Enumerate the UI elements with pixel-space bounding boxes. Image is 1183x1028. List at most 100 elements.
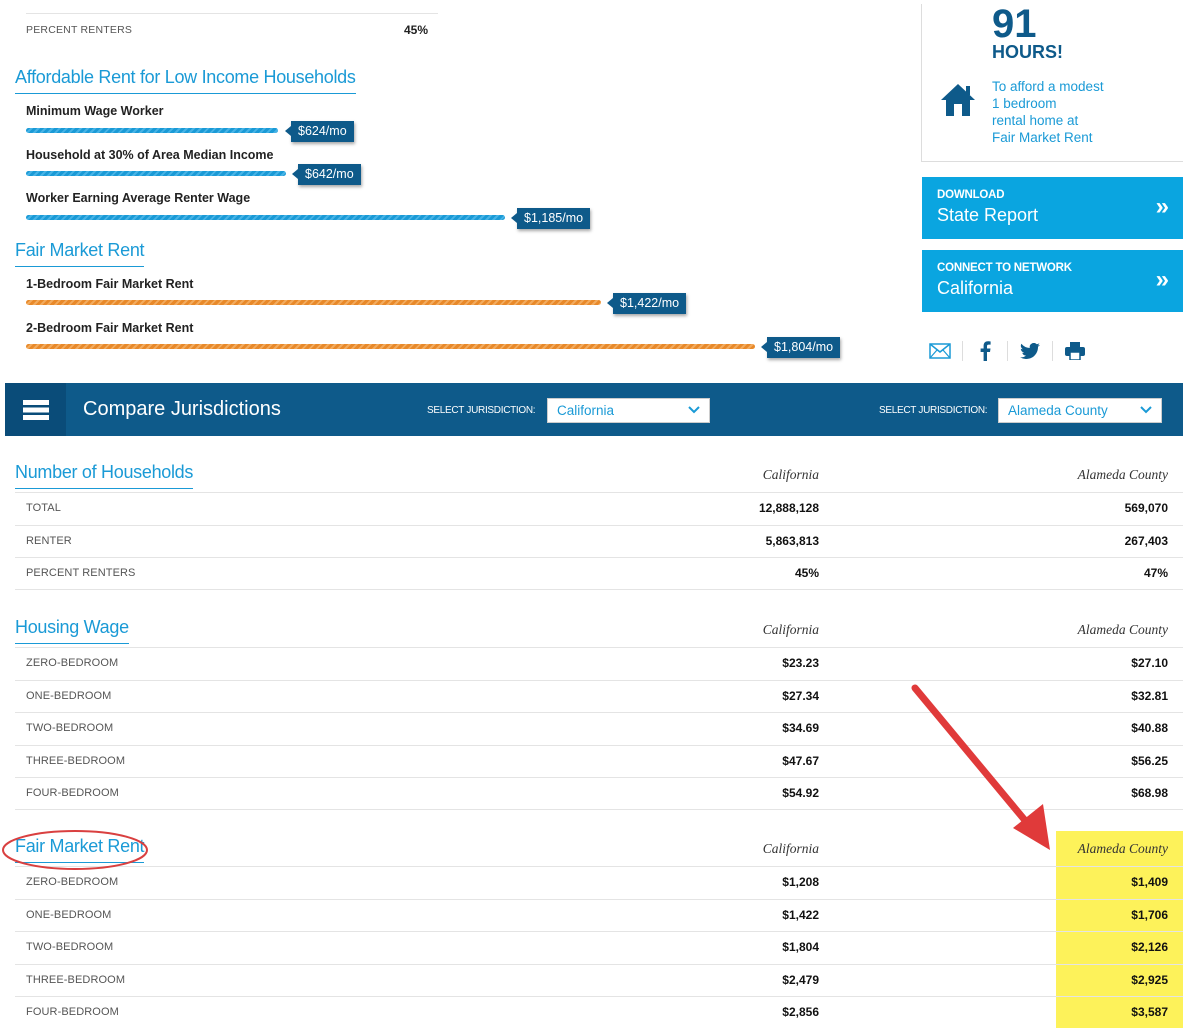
print-icon[interactable]	[1063, 339, 1087, 363]
hours-desc-line: 1 bedroom	[992, 96, 1057, 111]
compare-title: Compare Jurisdictions	[83, 398, 281, 420]
compare-jurisdictions-bar: Compare Jurisdictions SELECT JURISDICTIO…	[5, 383, 1183, 436]
divider	[1007, 341, 1008, 361]
chevron-down-icon	[1140, 406, 1152, 414]
connect-network-button[interactable]: CONNECT TO NETWORK California »	[922, 250, 1183, 312]
row-value-alameda: $27.10	[1131, 656, 1168, 670]
chevron-right-icon: »	[1155, 193, 1169, 220]
jurisdiction-select-1-value: California	[557, 403, 615, 418]
col-head-california: California	[762, 841, 819, 856]
row-label: FOUR-BEDROOM	[26, 1006, 119, 1018]
twitter-icon[interactable]	[1018, 339, 1042, 363]
facebook-icon[interactable]	[973, 339, 997, 363]
hours-desc-line: rental home at	[992, 113, 1079, 128]
col-head-alameda: Alameda County	[1077, 622, 1168, 637]
bar-tag-2br-fmr: $1,804/mo	[760, 337, 841, 358]
bar-label-avg-renter-wage: Worker Earning Average Renter Wage	[26, 191, 251, 205]
red-arrow-annotation	[911, 684, 1050, 850]
table-row: PERCENT RENTERS 45% 47%	[15, 557, 1183, 590]
households-title: Number of Households	[15, 462, 193, 489]
house-icon	[941, 84, 975, 116]
row-value-california: 5,863,813	[765, 533, 819, 548]
select-jurisdiction-label-1: SELECT JURISDICTION:	[427, 405, 536, 416]
chevron-right-icon: »	[1155, 266, 1169, 293]
bar-tag-1br-fmr: $1,422/mo	[606, 293, 687, 314]
row-value-alameda: $40.88	[1131, 721, 1168, 735]
connect-network-label: CONNECT TO NETWORK	[937, 262, 1072, 274]
table-row: ONE-BEDROOM $1,422 $1,706	[15, 898, 1183, 932]
table-row: RENTER 5,863,813 267,403	[15, 524, 1183, 558]
row-value-alameda: 47%	[1143, 566, 1168, 580]
jurisdiction-select-1[interactable]: California	[547, 398, 710, 423]
affordable-rent-title: Affordable Rent for Low Income Household…	[15, 67, 356, 94]
row-value-alameda: $2,925	[1131, 972, 1168, 987]
hours-word: HOURS!	[992, 42, 1063, 62]
housing-wage-title: Housing Wage	[15, 617, 129, 644]
row-label: THREE-BEDROOM	[26, 973, 126, 986]
email-icon[interactable]	[928, 339, 952, 363]
row-value-california: $47.67	[782, 753, 819, 768]
jurisdiction-select-2-value: Alameda County	[1008, 403, 1108, 418]
percent-renters-value: 45%	[403, 22, 428, 37]
red-ellipse-annotation	[2, 830, 148, 870]
row-value-alameda: $1,409	[1131, 875, 1168, 889]
bar-label-30-ami: Household at 30% of Area Median Income	[26, 148, 274, 162]
row-label: TOTAL	[26, 502, 61, 514]
row-label: TWO-BEDROOM	[26, 941, 114, 953]
row-label: FOUR-BEDROOM	[26, 787, 119, 799]
bar-1br-fmr	[26, 300, 601, 305]
menu-icon[interactable]	[5, 383, 66, 436]
row-label: THREE-BEDROOM	[26, 754, 126, 767]
table-row: ZERO-BEDROOM $1,208 $1,409	[15, 866, 1183, 899]
row-value-alameda: 267,403	[1124, 533, 1168, 548]
row-value-alameda: 569,070	[1124, 501, 1168, 515]
row-value-california: $27.34	[782, 688, 819, 703]
bar-avg-renter-wage	[26, 215, 505, 220]
row-label: TWO-BEDROOM	[26, 722, 114, 734]
row-value-alameda: $68.98	[1131, 786, 1168, 800]
row-label: ZERO-BEDROOM	[26, 657, 119, 669]
percent-renters-row: PERCENT RENTERS 45%	[26, 13, 438, 45]
jurisdiction-select-2[interactable]: Alameda County	[998, 398, 1162, 423]
bar-tag-min-wage: $624/mo	[285, 121, 354, 142]
state-report-label: State Report	[937, 205, 1039, 225]
col-head-alameda: Alameda County	[1077, 841, 1168, 856]
select-jurisdiction-label-2: SELECT JURISDICTION:	[879, 405, 988, 416]
col-head-alameda: Alameda County	[1077, 467, 1168, 482]
row-value-alameda: $32.81	[1131, 688, 1168, 703]
row-label: RENTER	[26, 534, 72, 547]
row-value-california: 45%	[794, 566, 819, 580]
table-row: TOTAL 12,888,128 569,070	[15, 492, 1183, 525]
row-value-california: $34.69	[782, 721, 819, 735]
divider	[962, 341, 963, 361]
download-label: DOWNLOAD	[937, 189, 1005, 201]
bar-label-1br-fmr: 1-Bedroom Fair Market Rent	[26, 277, 194, 291]
bar-tag-avg-renter-wage: $1,185/mo	[510, 208, 591, 229]
divider	[1052, 341, 1053, 361]
fmr-title-top: Fair Market Rent	[15, 240, 145, 267]
table-row: FOUR-BEDROOM $2,856 $3,587	[15, 996, 1183, 1028]
col-head-california: California	[762, 467, 819, 482]
row-label: ZERO-BEDROOM	[26, 876, 119, 888]
network-state-label: California	[937, 278, 1014, 298]
hours-description: To afford a modest 1 bedroom rental home…	[992, 78, 1142, 146]
table-row: TWO-BEDROOM $1,804 $2,126	[15, 931, 1183, 964]
row-value-california: $1,208	[782, 875, 819, 889]
row-value-california: $23.23	[782, 656, 819, 670]
row-value-alameda: $56.25	[1131, 753, 1168, 768]
table-row: THREE-BEDROOM $2,479 $2,925	[15, 963, 1183, 997]
row-value-alameda: $1,706	[1131, 907, 1168, 922]
hours-number: 91	[992, 2, 1037, 46]
rent-summary-panel: PERCENT RENTERS 45% Affordable Rent for …	[0, 0, 900, 380]
row-value-california: 12,888,128	[758, 501, 819, 515]
col-head-california: California	[762, 622, 819, 637]
hours-desc-line: Fair Market Rent	[992, 130, 1093, 145]
row-value-california: $2,856	[782, 1005, 819, 1019]
row-value-california: $54.92	[782, 786, 819, 800]
row-label: ONE-BEDROOM	[26, 689, 112, 702]
table-row: ZERO-BEDROOM $23.23 $27.10	[15, 647, 1183, 680]
row-value-alameda: $3,587	[1131, 1005, 1168, 1019]
download-state-report-button[interactable]: DOWNLOAD State Report »	[922, 177, 1183, 239]
chevron-down-icon	[688, 406, 700, 414]
bar-2br-fmr	[26, 344, 755, 349]
